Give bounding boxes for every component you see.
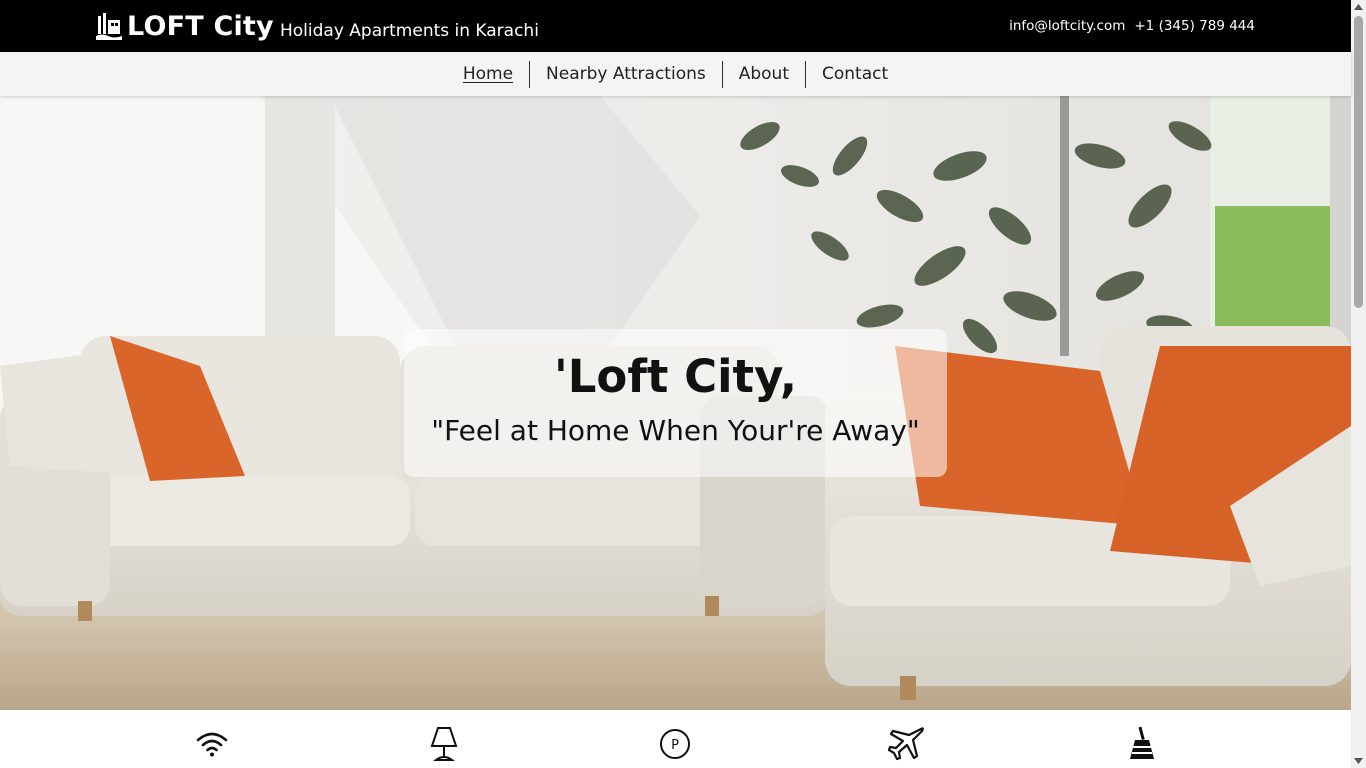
parking-icon: P [655, 724, 695, 764]
page-scrollbar[interactable] [1351, 0, 1366, 768]
svg-text:P: P [671, 738, 679, 753]
hero-quote: "Feel at Home When Your're Away" [431, 414, 920, 447]
airplane-icon [886, 724, 926, 764]
wifi-icon [192, 724, 232, 764]
hero-section: 'Loft City, "Feel at Home When Your're A… [0, 96, 1351, 710]
scroll-up-arrow-icon[interactable] [1351, 0, 1366, 14]
nav-item-nearby-attractions[interactable]: Nearby Attractions [529, 60, 722, 88]
lamp-icon [424, 724, 464, 764]
contact-info: info@loftcity.com +1 (345) 789 444 [1009, 17, 1255, 35]
scroll-down-arrow-icon[interactable] [1351, 754, 1366, 768]
tagline: Holiday Apartments in Karachi [280, 21, 539, 41]
nav-item-about[interactable]: About [721, 60, 805, 88]
hero-text-box: 'Loft City, "Feel at Home When Your're A… [404, 329, 947, 477]
scrollbar-thumb[interactable] [1354, 16, 1363, 308]
brand-name: LOFT City [127, 11, 274, 42]
phone-link[interactable]: +1 (345) 789 444 [1134, 17, 1255, 35]
broom-icon [1122, 724, 1162, 764]
nav-item-contact[interactable]: Contact [805, 60, 904, 88]
hero-title: 'Loft City, [553, 350, 798, 403]
amenities-row: P [0, 710, 1351, 768]
top-bar: LOFT City Holiday Apartments in Karachi … [0, 0, 1351, 52]
brand[interactable]: LOFT City [96, 10, 274, 44]
nav-item-home[interactable]: Home [447, 61, 529, 88]
email-link[interactable]: info@loftcity.com [1009, 17, 1125, 35]
main-nav: Home Nearby Attractions About Contact [0, 52, 1351, 96]
building-logo-icon [96, 13, 122, 40]
